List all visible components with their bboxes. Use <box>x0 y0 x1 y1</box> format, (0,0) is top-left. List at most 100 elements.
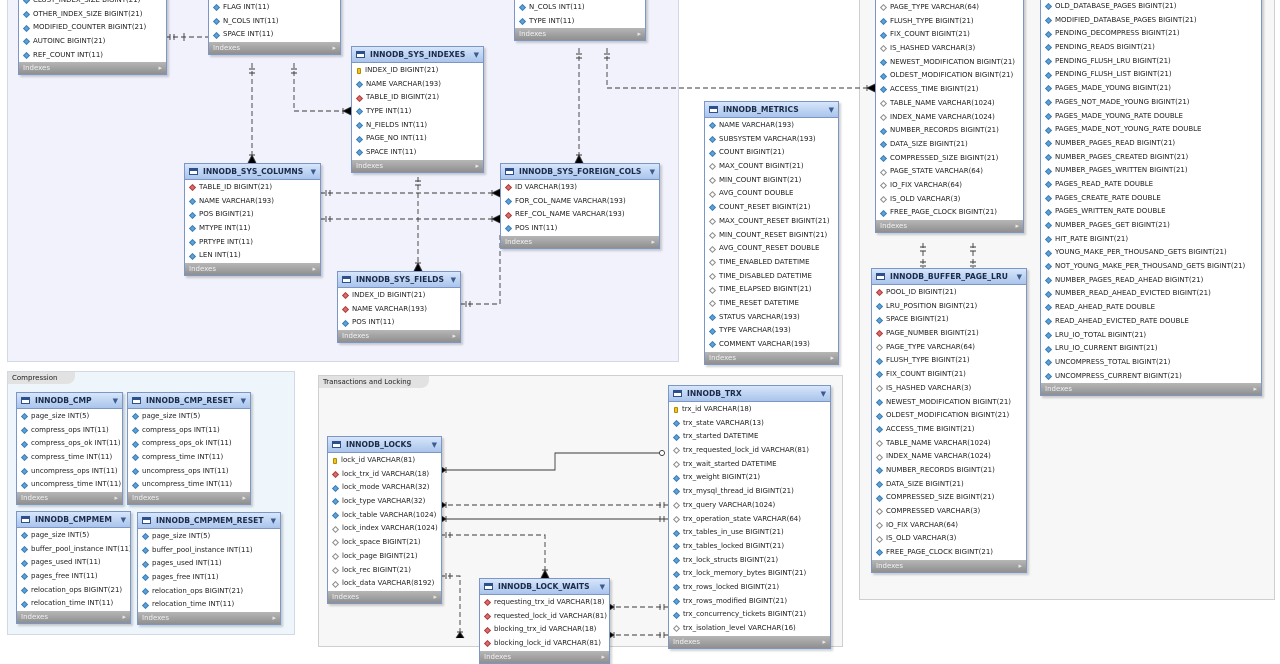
column-row[interactable]: INDEX_NAME VARCHAR(1024) <box>872 450 1026 464</box>
column-row[interactable]: relocation_ops BIGINT(21) <box>138 585 280 599</box>
column-row[interactable]: pages_free INT(11) <box>138 571 280 585</box>
column-row[interactable]: NAME VARCHAR(193) <box>185 195 320 209</box>
column-row[interactable]: PAGES_MADE_YOUNG_RATE DOUBLE <box>1041 110 1261 124</box>
column-row[interactable]: trx_id VARCHAR(18) <box>669 403 830 417</box>
column-row[interactable]: PAGES_MADE_NOT_YOUNG_RATE DOUBLE <box>1041 123 1261 137</box>
table-innodb-sys-columns[interactable]: INNODB_SYS_COLUMNS ▼ TABLE_ID BIGINT(21) NA… <box>184 163 321 277</box>
collapse-arrow-icon[interactable]: ▼ <box>311 168 316 176</box>
collapse-arrow-icon[interactable]: ▼ <box>829 106 834 114</box>
column-row[interactable]: N_COLS INT(11) <box>515 1 645 15</box>
column-row[interactable]: lock_page BIGINT(21) <box>328 550 441 564</box>
column-row[interactable]: FLUSH_TYPE BIGINT(21) <box>876 15 1023 29</box>
column-row[interactable]: compress_ops INT(11) <box>128 424 250 438</box>
indexes-footer[interactable]: Indexes <box>669 635 830 648</box>
column-row[interactable]: NAME VARCHAR(193) <box>352 78 483 92</box>
indexes-footer[interactable]: Indexes <box>876 220 1023 232</box>
column-row[interactable]: STATUS VARCHAR(193) <box>705 311 838 325</box>
column-row[interactable]: PENDING_READS BIGINT(21) <box>1041 41 1261 55</box>
table-header[interactable]: INNODB_CMPMEM ▼ <box>17 512 130 528</box>
column-row[interactable]: lock_trx_id VARCHAR(18) <box>328 468 441 482</box>
table-innodb-sys-indexes[interactable]: INNODB_SYS_INDEXES ▼ INDEX_ID BIGINT(21) NA… <box>351 46 484 173</box>
column-row[interactable]: FOR_COL_NAME VARCHAR(193) <box>501 195 659 209</box>
column-row[interactable]: PENDING_DECOMPRESS BIGINT(21) <box>1041 27 1261 41</box>
column-row[interactable]: TIME_ENABLED DATETIME <box>705 256 838 270</box>
column-row[interactable]: compress_ops_ok INT(11) <box>17 437 122 451</box>
table-t-cut-right[interactable]: N_COLS INT(11) TYPE INT(11) Indexes <box>514 0 646 42</box>
column-row[interactable]: REF_COUNT INT(11) <box>19 49 166 63</box>
column-row[interactable]: NUMBER_RECORDS BIGINT(21) <box>876 124 1023 138</box>
column-row[interactable]: lock_space BIGINT(21) <box>328 536 441 550</box>
column-row[interactable]: trx_lock_structs BIGINT(21) <box>669 554 830 568</box>
column-row[interactable]: ID VARCHAR(193) <box>501 181 659 195</box>
column-row[interactable]: trx_operation_state VARCHAR(64) <box>669 513 830 527</box>
indexes-footer[interactable]: Indexes <box>515 28 645 41</box>
column-row[interactable]: page_size INT(5) <box>17 529 130 543</box>
column-row[interactable]: buffer_pool_instance INT(11) <box>138 544 280 558</box>
table-header[interactable]: INNODB_CMPMEM_RESET ▼ <box>138 513 280 529</box>
column-row[interactable]: PAGES_WRITTEN_RATE DOUBLE <box>1041 205 1261 219</box>
column-row[interactable]: blocking_lock_id VARCHAR(81) <box>480 637 609 651</box>
table-header[interactable]: INNODB_METRICS ▼ <box>705 102 838 118</box>
column-row[interactable]: NUMBER_PAGES_READ BIGINT(21) <box>1041 137 1261 151</box>
column-row[interactable]: relocation_time INT(11) <box>138 598 280 612</box>
column-row[interactable]: FREE_PAGE_CLOCK BIGINT(21) <box>876 206 1023 220</box>
column-row[interactable]: MAX_COUNT BIGINT(21) <box>705 160 838 174</box>
column-row[interactable]: trx_concurrency_tickets BIGINT(21) <box>669 608 830 622</box>
column-row[interactable]: COUNT BIGINT(21) <box>705 146 838 160</box>
column-row[interactable]: PENDING_FLUSH_LRU BIGINT(21) <box>1041 55 1261 69</box>
column-row[interactable]: uncompress_ops INT(11) <box>128 465 250 479</box>
column-row[interactable]: trx_requested_lock_id VARCHAR(81) <box>669 444 830 458</box>
column-row[interactable]: UNCOMPRESS_TOTAL BIGINT(21) <box>1041 356 1261 370</box>
column-row[interactable]: compress_time INT(11) <box>17 451 122 465</box>
column-row[interactable]: PAGE_TYPE VARCHAR(64) <box>876 1 1023 15</box>
table-innodb-trx[interactable]: INNODB_TRX ▼ trx_id VARCHAR(18) trx_state V… <box>668 385 831 649</box>
column-row[interactable]: lock_data VARCHAR(8192) <box>328 577 441 591</box>
indexes-footer[interactable]: Indexes <box>328 590 441 603</box>
column-row[interactable]: N_FIELDS INT(11) <box>352 119 483 133</box>
column-row[interactable]: PAGE_NUMBER BIGINT(21) <box>872 327 1026 341</box>
table-t-cut-mid[interactable]: FLAG INT(11) N_COLS INT(11) SPACE INT(11) I… <box>208 0 341 56</box>
collapse-arrow-icon[interactable]: ▼ <box>271 517 276 525</box>
column-row[interactable]: buffer_pool_instance INT(11) <box>17 543 130 557</box>
column-row[interactable]: uncompress_time INT(11) <box>17 478 122 492</box>
column-row[interactable]: OLD_DATABASE_PAGES BIGINT(21) <box>1041 0 1261 14</box>
column-row[interactable]: INDEX_NAME VARCHAR(1024) <box>876 111 1023 125</box>
column-row[interactable]: TIME_DISABLED DATETIME <box>705 270 838 284</box>
column-row[interactable]: NAME VARCHAR(193) <box>705 119 838 133</box>
column-row[interactable]: page_size INT(5) <box>138 530 280 544</box>
column-row[interactable]: CLUST_INDEX_SIZE BIGINT(21) <box>19 0 166 8</box>
column-row[interactable]: POOL_ID BIGINT(21) <box>872 286 1026 300</box>
column-row[interactable]: trx_query VARCHAR(1024) <box>669 499 830 513</box>
column-row[interactable]: DATA_SIZE BIGINT(21) <box>872 478 1026 492</box>
table-header[interactable]: INNODB_CMP ▼ <box>17 393 122 409</box>
column-row[interactable]: SUBSYSTEM VARCHAR(193) <box>705 133 838 147</box>
table-header[interactable]: INNODB_LOCKS ▼ <box>328 437 441 453</box>
indexes-footer[interactable]: Indexes <box>501 235 659 248</box>
column-row[interactable]: LEN INT(11) <box>185 249 320 263</box>
indexes-footer[interactable]: Indexes <box>872 559 1026 572</box>
column-row[interactable]: TIME_ELAPSED BIGINT(21) <box>705 283 838 297</box>
column-row[interactable]: NUMBER_PAGES_CREATED BIGINT(21) <box>1041 151 1261 165</box>
table-header[interactable]: INNODB_TRX ▼ <box>669 386 830 402</box>
column-row[interactable]: lock_mode VARCHAR(32) <box>328 481 441 495</box>
indexes-footer[interactable]: Indexes <box>185 263 320 276</box>
column-row[interactable]: trx_state VARCHAR(13) <box>669 417 830 431</box>
column-row[interactable]: NEWEST_MODIFICATION BIGINT(21) <box>872 396 1026 410</box>
column-row[interactable]: NUMBER_PAGES_GET BIGINT(21) <box>1041 219 1261 233</box>
column-row[interactable]: AVG_COUNT DOUBLE <box>705 187 838 201</box>
table-innodb-metrics[interactable]: INNODB_METRICS ▼ NAME VARCHAR(193) SUBSYSTE… <box>704 101 839 365</box>
column-row[interactable]: pages_free INT(11) <box>17 570 130 584</box>
column-row[interactable]: trx_tables_locked BIGINT(21) <box>669 540 830 554</box>
table-innodb-cmpmem[interactable]: INNODB_CMPMEM ▼ page_size INT(5) buffer_poo… <box>16 511 131 625</box>
table-innodb-cmp-reset[interactable]: INNODB_CMP_RESET ▼ page_size INT(5) compres… <box>127 392 251 506</box>
column-row[interactable]: FIX_COUNT BIGINT(21) <box>872 368 1026 382</box>
column-row[interactable]: AVG_COUNT_RESET DOUBLE <box>705 242 838 256</box>
collapse-arrow-icon[interactable]: ▼ <box>432 441 437 449</box>
column-row[interactable]: LRU_POSITION BIGINT(21) <box>872 300 1026 314</box>
column-row[interactable]: trx_mysql_thread_id BIGINT(21) <box>669 485 830 499</box>
column-row[interactable]: TYPE INT(11) <box>352 105 483 119</box>
indexes-footer[interactable]: Indexes <box>480 650 609 663</box>
column-row[interactable]: NUMBER_PAGES_READ_AHEAD BIGINT(21) <box>1041 274 1261 288</box>
column-row[interactable]: TABLE_NAME VARCHAR(1024) <box>872 437 1026 451</box>
column-row[interactable]: lock_id VARCHAR(81) <box>328 454 441 468</box>
